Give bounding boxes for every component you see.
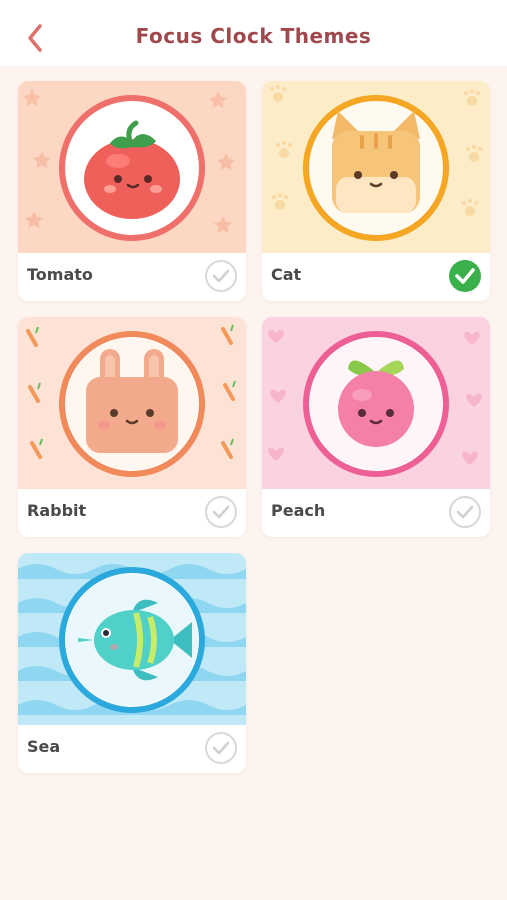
unselected-check-icon[interactable] bbox=[204, 495, 238, 529]
peach-theme-artwork bbox=[262, 317, 490, 489]
theme-name: Rabbit bbox=[27, 501, 87, 520]
theme-name: Tomato bbox=[27, 265, 93, 284]
rabbit-theme-artwork bbox=[18, 317, 246, 489]
top-bar: Focus Clock Themes bbox=[0, 0, 507, 66]
theme-card-cat[interactable]: Cat bbox=[262, 81, 490, 301]
cat-theme-artwork bbox=[262, 81, 490, 253]
page-title: Focus Clock Themes bbox=[135, 24, 372, 48]
theme-card-rabbit[interactable]: Rabbit bbox=[18, 317, 246, 537]
sea-theme-artwork bbox=[18, 553, 246, 725]
tomato-theme-artwork bbox=[18, 81, 246, 253]
unselected-check-icon[interactable] bbox=[204, 259, 238, 293]
theme-card-peach[interactable]: Peach bbox=[262, 317, 490, 537]
selected-check-icon[interactable] bbox=[448, 259, 482, 293]
unselected-check-icon[interactable] bbox=[448, 495, 482, 529]
theme-name: Cat bbox=[271, 265, 302, 284]
theme-card-tomato[interactable]: Tomato bbox=[18, 81, 246, 301]
theme-name: Peach bbox=[271, 501, 326, 520]
theme-card-sea[interactable]: Sea bbox=[18, 553, 246, 773]
unselected-check-icon[interactable] bbox=[204, 731, 238, 765]
theme-name: Sea bbox=[27, 737, 61, 756]
